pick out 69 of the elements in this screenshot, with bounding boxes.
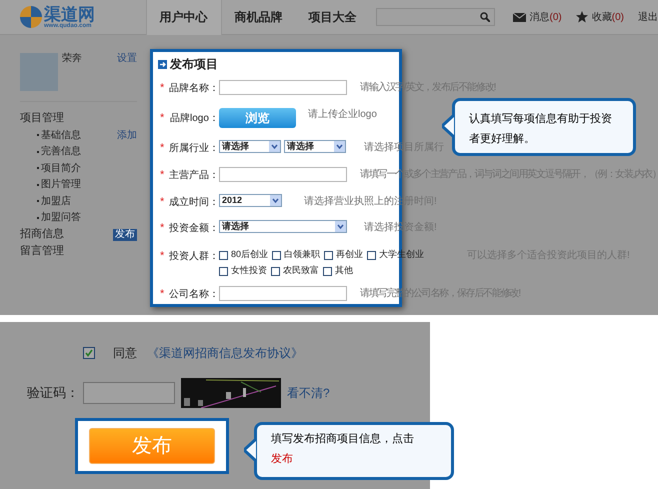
field-label: 所属行业： bbox=[169, 142, 219, 156]
menu-item[interactable]: 招商信息 bbox=[20, 226, 64, 243]
select-field[interactable]: 2012 bbox=[219, 194, 282, 207]
required-mark: * bbox=[159, 80, 166, 96]
agree-label: 同意 bbox=[113, 345, 137, 362]
checkbox-label: 白领兼职 bbox=[284, 248, 320, 262]
checkbox-label: 其他 bbox=[335, 264, 353, 278]
required-mark: * bbox=[159, 286, 166, 302]
required-mark: * bbox=[159, 140, 166, 156]
envelope-icon bbox=[512, 12, 526, 22]
select-field[interactable]: 请选择 bbox=[219, 220, 347, 233]
settings-link[interactable]: 设置 bbox=[117, 53, 137, 65]
submenu-item[interactable]: 项目简介 bbox=[41, 160, 81, 176]
select-field[interactable]: 请选择 bbox=[219, 140, 281, 153]
submenu-item[interactable]: 完善信息 bbox=[41, 144, 81, 160]
search-icon bbox=[480, 12, 490, 22]
add-link[interactable]: 添加 bbox=[117, 128, 137, 143]
search-field[interactable] bbox=[376, 8, 495, 26]
text-input[interactable] bbox=[219, 80, 347, 95]
nav-tab[interactable]: 商机品牌 bbox=[222, 0, 296, 34]
text-input[interactable] bbox=[219, 167, 347, 182]
field-hint: 请上传企业logo bbox=[308, 108, 377, 122]
checkbox-label: 农民致富 bbox=[283, 264, 319, 278]
field-label: 品牌名称： bbox=[169, 82, 219, 96]
captcha-label: 验证码： bbox=[27, 384, 80, 402]
publish-badge[interactable]: 发布 bbox=[113, 228, 137, 240]
captcha-input[interactable] bbox=[83, 382, 175, 404]
field-label: 成立时间： bbox=[169, 196, 219, 210]
submenu-item[interactable]: 基础信息 bbox=[41, 128, 81, 143]
menu-item[interactable]: 留言管理 bbox=[20, 243, 64, 260]
field-label: 主营产品： bbox=[169, 168, 219, 182]
avatar-placeholder bbox=[20, 53, 58, 91]
form-title: 发布项目 bbox=[170, 56, 218, 73]
logo-text: 渠道网 bbox=[44, 6, 95, 22]
star-icon bbox=[576, 11, 588, 23]
field-label: 公司名称： bbox=[169, 288, 219, 302]
header-link[interactable]: 收藏 bbox=[592, 10, 612, 24]
count-label: (0) bbox=[612, 10, 624, 24]
required-mark: * bbox=[159, 194, 166, 210]
user-name: 荣奔 bbox=[62, 53, 82, 65]
agreement-link[interactable]: 《渠道网招商信息发布协议》 bbox=[147, 344, 303, 362]
callout-text: 填写发布招商项目信息，点击 bbox=[271, 432, 415, 447]
checkbox-label: 大学生创业 bbox=[379, 248, 424, 262]
submenu-item[interactable]: 图片管理 bbox=[41, 177, 81, 192]
callout-highlight: 发布 bbox=[271, 452, 293, 467]
refresh-link[interactable]: 看不清? bbox=[287, 384, 330, 402]
count-label: (0) bbox=[550, 10, 562, 24]
menu-item[interactable]: 项目管理 bbox=[20, 110, 64, 127]
header-link[interactable]: 消息 bbox=[530, 10, 550, 24]
field-label: 投资金额： bbox=[169, 222, 219, 236]
submenu-item[interactable]: 加盟店 bbox=[41, 194, 71, 209]
checkbox[interactable] bbox=[83, 347, 95, 359]
required-mark: * bbox=[159, 220, 166, 236]
checkbox-label: 再创业 bbox=[336, 248, 364, 262]
text-input[interactable] bbox=[219, 286, 347, 301]
checkbox-label: 女性投资 bbox=[231, 264, 267, 278]
required-mark: * bbox=[159, 248, 166, 264]
check-icon bbox=[85, 349, 93, 357]
callout-text: 认真填写每项信息有助于投资者更好理解。 bbox=[469, 112, 613, 147]
required-mark: * bbox=[159, 110, 166, 126]
header-link[interactable]: 退出 bbox=[638, 10, 658, 24]
nav-tab[interactable]: 用户中心 bbox=[146, 0, 222, 34]
required-mark: * bbox=[159, 168, 166, 183]
nav-tab[interactable]: 项目大全 bbox=[296, 0, 370, 34]
checkbox-label: 80后创业 bbox=[231, 248, 268, 262]
submenu-item[interactable]: 加盟问答 bbox=[41, 210, 81, 226]
select-field[interactable]: 请选择 bbox=[284, 140, 346, 153]
field-label: 品牌logo： bbox=[170, 112, 219, 126]
field-label: 投资人群： bbox=[169, 250, 219, 264]
